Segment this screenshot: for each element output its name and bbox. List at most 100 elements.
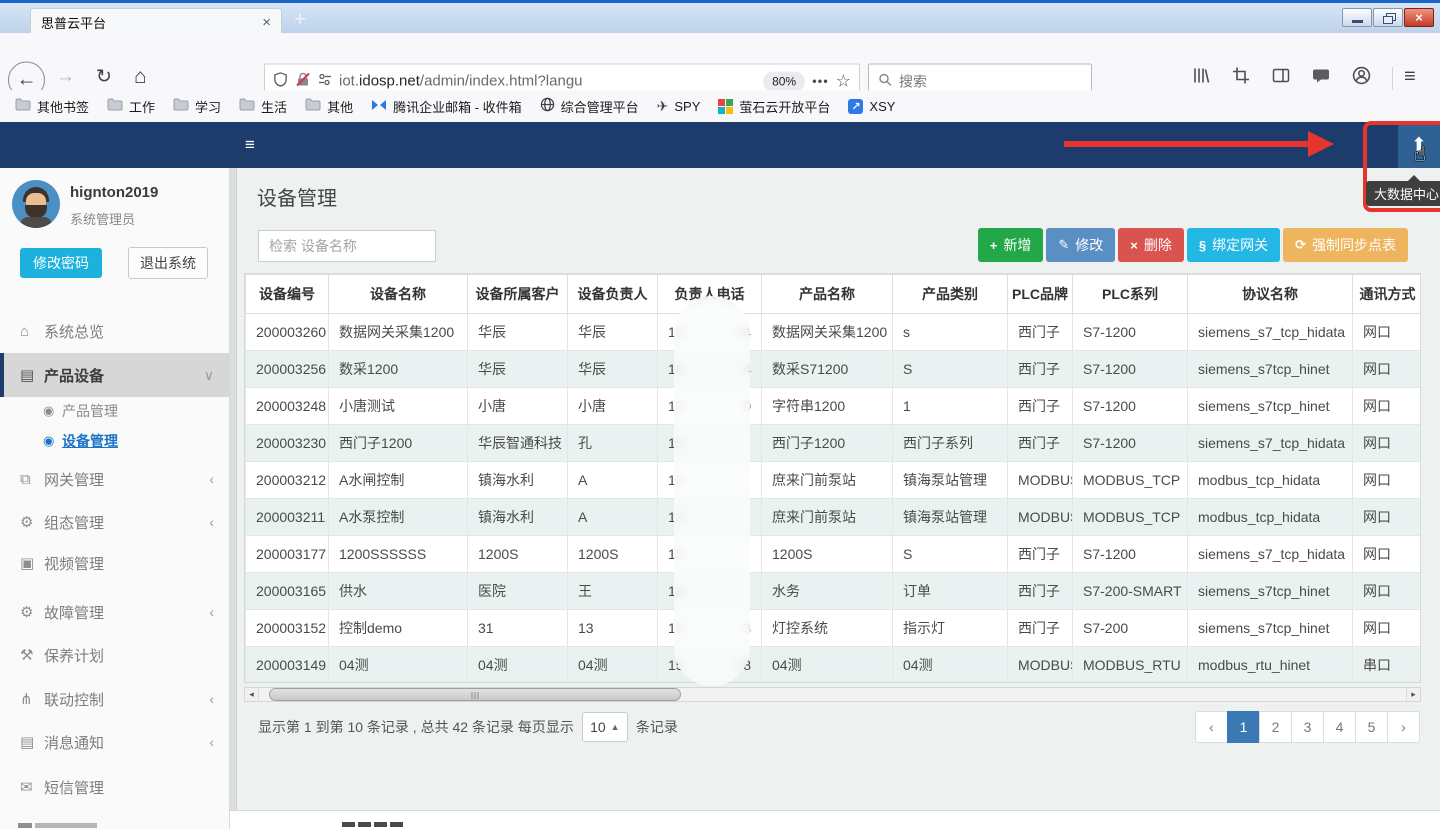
cell-plc-series: S7-1200 (1073, 536, 1188, 573)
restore-button[interactable] (1373, 8, 1403, 27)
table-row[interactable]: 200003149 04测 04测 04测 1538 04测 04测 MODBU… (246, 647, 1422, 684)
page-button-4[interactable]: 4 (1323, 711, 1356, 743)
table-row[interactable]: 200003165 供水 医院 王 18 水务 订单 西门子 S7-200-SM… (246, 573, 1422, 610)
page-button-3[interactable]: 3 (1291, 711, 1324, 743)
bookmark-tencent-mail[interactable]: 腾讯企业邮箱 - 收件箱 (364, 94, 529, 119)
bookmark-folder-study[interactable]: 学习 (166, 94, 228, 119)
bookmark-spy[interactable]: ✈SPY (650, 95, 708, 118)
tab-close-icon[interactable]: × (262, 14, 271, 31)
column-header[interactable]: 产品类别 (893, 275, 1008, 314)
globe-icon (540, 97, 555, 115)
account-icon[interactable] (1352, 66, 1371, 88)
page-button-1[interactable]: 1 (1227, 711, 1260, 743)
column-header[interactable]: 设备编号 (246, 275, 329, 314)
bookmark-mgmt-platform[interactable]: 综合管理平台 (533, 94, 646, 119)
cell-customer: 镇海水利 (468, 462, 568, 499)
column-header[interactable]: 设备负责人 (568, 275, 658, 314)
delete-button[interactable]: ×删除 (1118, 228, 1184, 262)
table-row[interactable]: 200003177 1200SSSSSS 1200S 1200S 15 1200… (246, 536, 1422, 573)
table-row[interactable]: 200003256 数采1200 华辰 华辰 184 数采S71200 S 西门… (246, 351, 1422, 388)
bookmark-xsy[interactable]: ↗XSY (841, 96, 902, 117)
page-actions-icon[interactable]: ••• (812, 74, 829, 89)
cell-device-id: 200003152 (246, 610, 329, 647)
bookmark-folder-other[interactable]: 其他书签 (8, 94, 96, 119)
device-search-input[interactable] (258, 230, 436, 262)
sidebar-item-device-mgmt[interactable]: ◉ 设备管理 (0, 424, 230, 458)
scroll-left-arrow[interactable]: ◂ (245, 688, 259, 701)
restore-icon (1383, 13, 1394, 22)
bookmark-folder-life[interactable]: 生活 (232, 94, 294, 119)
zoom-level-badge[interactable]: 80% (763, 71, 805, 91)
new-tab-button[interactable]: + (294, 9, 306, 30)
column-header[interactable]: 产品名称 (762, 275, 893, 314)
minimize-button[interactable] (1342, 8, 1372, 27)
column-header[interactable]: 设备所属客户 (468, 275, 568, 314)
sidebar-toggle-icon[interactable] (1272, 67, 1290, 88)
home-button[interactable]: ⌂ (134, 65, 147, 89)
page-button-2[interactable]: 2 (1259, 711, 1292, 743)
insecure-lock-icon[interactable] (295, 72, 311, 91)
cell-device-name: 04测 (329, 647, 468, 684)
table-row[interactable]: 200003230 西门子1200 华辰智通科技 孔 15 西门子1200 西门… (246, 425, 1422, 462)
table-row[interactable]: 200003152 控制demo 31 13 153 灯控系统 指示灯 西门子 … (246, 610, 1422, 647)
column-header[interactable]: PLC系列 (1073, 275, 1188, 314)
page-button-5[interactable]: 5 (1355, 711, 1388, 743)
sidebar-item-fault-mgmt[interactable]: ⚙ 故障管理 ‹ (0, 590, 230, 634)
bookmark-folder-misc[interactable]: 其他 (298, 94, 360, 119)
table-row[interactable]: 200003260 数据网关采集1200 华辰 华辰 1804 数据网关采集12… (246, 314, 1422, 351)
cell-device-id: 200003260 (246, 314, 329, 351)
library-icon[interactable] (1192, 67, 1210, 88)
prev-page-button[interactable]: ‹ (1195, 711, 1228, 743)
cell-customer: 小唐 (468, 388, 568, 425)
sidebar-item-config-mgmt[interactable]: ⚙ 组态管理 ‹ (0, 500, 230, 544)
envelope-icon: ✉ (20, 778, 44, 796)
screenshot-crop-icon[interactable] (1232, 67, 1250, 88)
bind-gateway-button[interactable]: §绑定网关 (1187, 228, 1280, 262)
browser-tab[interactable]: 思普云平台 × (30, 8, 282, 36)
cell-protocol: modbus_tcp_hidata (1188, 499, 1353, 536)
permissions-icon[interactable] (318, 73, 332, 90)
sidebar-item-linkage-control[interactable]: ⋔ 联动控制 ‹ (0, 677, 230, 721)
forward-button[interactable]: → (56, 66, 75, 88)
next-page-button[interactable]: › (1387, 711, 1420, 743)
table-row[interactable]: 200003211 A水泵控制 镇海水利 A 13 庶来门前泵站 镇海泵站管理 … (246, 499, 1422, 536)
table-row[interactable]: 200003212 A水闸控制 镇海水利 A 13 庶来门前泵站 镇海泵站管理 … (246, 462, 1422, 499)
force-sync-button[interactable]: ⟳强制同步点表 (1283, 228, 1408, 262)
sidebar-item-video-mgmt[interactable]: ▣ 视频管理 (0, 541, 230, 585)
sidebar-item-message-notice[interactable]: ▤ 消息通知 ‹ (0, 720, 230, 764)
sidebar-collapse-icon[interactable]: ≡ (245, 135, 255, 155)
sidebar-item-gateway-mgmt[interactable]: ⧉ 网关管理 ‹ (0, 457, 230, 501)
add-button[interactable]: +新增 (978, 228, 1044, 262)
sidebar-item-maintenance-plan[interactable]: ⚒ 保养计划 (0, 633, 230, 677)
logout-button[interactable]: 退出系统 (128, 247, 208, 279)
change-password-button[interactable]: 修改密码 (20, 248, 102, 278)
chevron-left-icon: ‹ (209, 734, 214, 750)
cell-plc-brand: MODBUS (1008, 647, 1073, 684)
url-text[interactable]: iot.idosp.net/admin/index.html?langu (339, 73, 756, 90)
sidebar-item-overview[interactable]: ⌂ 系统总览 (0, 309, 230, 353)
page-size-select[interactable]: 10 ▲ (582, 712, 628, 742)
column-header[interactable]: 通讯方式 (1353, 275, 1422, 314)
sidebar-item-product-mgmt[interactable]: ◉ 产品管理 (0, 394, 230, 428)
sidebar-item-sms-mgmt[interactable]: ✉ 短信管理 (0, 765, 230, 809)
reload-button[interactable]: ↻ (96, 66, 112, 89)
messages-bubble-icon[interactable] (1312, 67, 1330, 88)
big-data-tooltip: 大数据中心 (1366, 181, 1440, 206)
bookmark-folder-work[interactable]: 工作 (100, 94, 162, 119)
column-header[interactable]: 协议名称 (1188, 275, 1353, 314)
scroll-right-arrow[interactable]: ▸ (1406, 688, 1420, 701)
scrollbar-thumb[interactable] (269, 688, 681, 701)
column-header[interactable]: 设备名称 (329, 275, 468, 314)
close-button[interactable]: × (1404, 8, 1434, 27)
sidebar-item-product-device[interactable]: ▤ 产品设备 ∨ (0, 353, 230, 397)
edit-button[interactable]: ✎修改 (1046, 228, 1115, 262)
horizontal-scrollbar[interactable]: ◂ ▸ (244, 687, 1421, 702)
cell-device-name: 小唐测试 (329, 388, 468, 425)
table-row[interactable]: 200003248 小唐测试 小唐 小唐 130 字符串1200 1 西门子 S… (246, 388, 1422, 425)
browser-menu-icon[interactable]: ≡ (1404, 66, 1416, 89)
bookmark-ezviz[interactable]: 萤石云开放平台 (711, 94, 837, 119)
column-header[interactable]: PLC品牌 (1008, 275, 1073, 314)
bookmark-star-icon[interactable]: ☆ (836, 71, 851, 91)
cell-plc-series: S7-200-SMART (1073, 573, 1188, 610)
shield-icon[interactable] (273, 72, 288, 91)
